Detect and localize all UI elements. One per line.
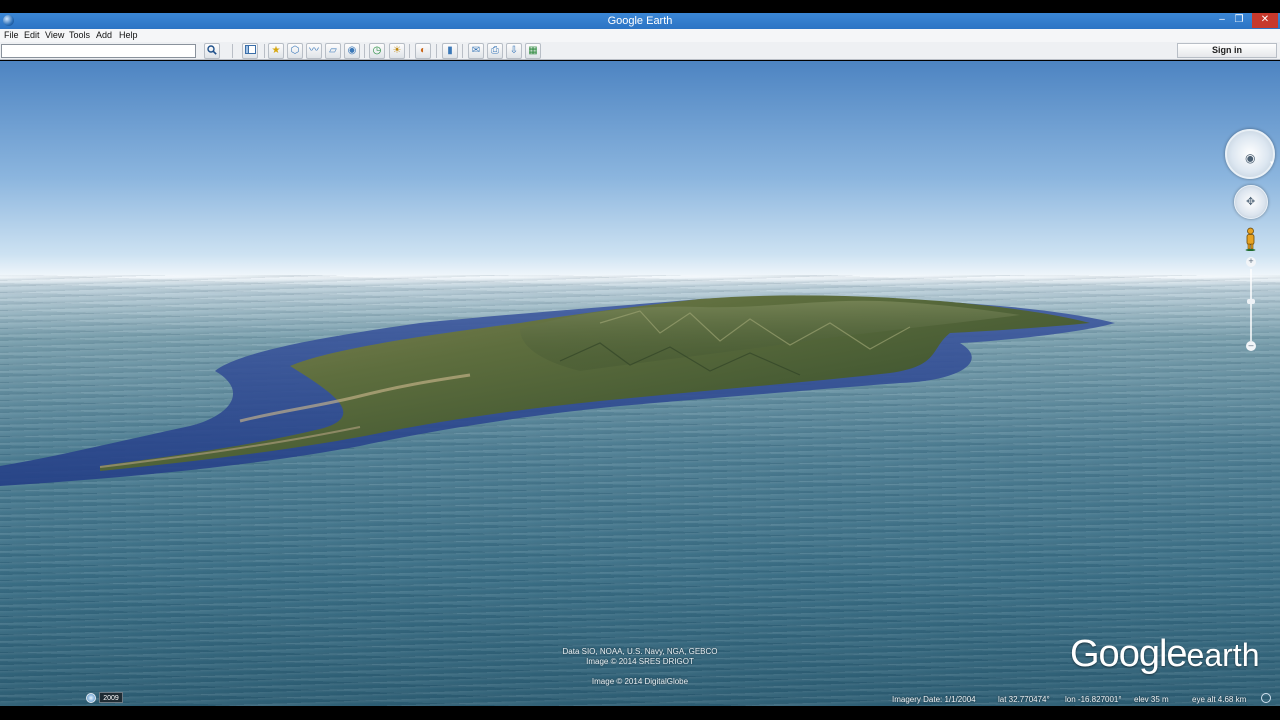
look-around-icon: ◉ xyxy=(1245,151,1256,165)
print-icon: ⎙ xyxy=(491,45,499,56)
street-view-pegman-icon[interactable] xyxy=(1244,227,1257,251)
close-button[interactable]: ✕ xyxy=(1252,13,1278,28)
status-bar: 2009 Imagery Date: 1/1/2004 lat 32.77047… xyxy=(0,690,1280,706)
historical-imagery-button[interactable]: ◷ xyxy=(369,43,385,59)
elevation-readout: elev 35 m xyxy=(1134,695,1169,704)
zoom-slider[interactable]: + – xyxy=(1245,257,1257,353)
attribution-data: Data SIO, NOAA, U.S. Navy, NGA, GEBCO xyxy=(562,647,718,656)
toolbar-separator xyxy=(462,44,463,58)
menu-file[interactable]: File xyxy=(4,30,19,40)
search-icon xyxy=(207,44,217,58)
attribution-image-1: Image © 2014 SRES DRIGOT xyxy=(586,657,694,666)
menu-bar: File Edit View Tools Add Help xyxy=(0,29,1280,42)
print-button[interactable]: ⎙ xyxy=(487,43,503,59)
menu-view[interactable]: View xyxy=(45,30,64,40)
menu-edit[interactable]: Edit xyxy=(24,30,40,40)
attribution-image-2: Image © 2014 DigitalGlobe xyxy=(591,677,689,686)
longitude-readout: lon -16.827001° xyxy=(1065,695,1122,704)
save-image-icon: ⇩ xyxy=(509,45,519,56)
zoom-out-button[interactable]: – xyxy=(1246,341,1256,351)
imagery-date: Imagery Date: 1/1/2004 xyxy=(892,695,976,704)
video-letterbox-top xyxy=(0,0,1280,13)
window-title-bar: Google Earth – ❐ ✕ xyxy=(0,13,1280,29)
ruler-button[interactable]: ▮ xyxy=(442,43,458,59)
add-path-button[interactable]: 〰 xyxy=(306,43,322,59)
sign-in-button[interactable]: Sign in xyxy=(1177,43,1277,58)
zoom-slider-thumb[interactable] xyxy=(1247,299,1255,305)
view-in-maps-icon: ▦ xyxy=(528,45,538,56)
toolbar-separator xyxy=(264,44,265,58)
look-around-control[interactable]: ◉ xyxy=(1225,129,1275,179)
zoom-in-button[interactable]: + xyxy=(1246,257,1256,267)
view-in-maps-button[interactable]: ▦ xyxy=(525,43,541,59)
island-terrain xyxy=(0,295,1115,486)
toolbar-separator xyxy=(409,44,410,58)
search-input[interactable] xyxy=(1,44,196,58)
historical-imagery-status-icon[interactable] xyxy=(86,693,96,703)
ruler-icon: ▮ xyxy=(447,45,453,56)
toolbar-separator xyxy=(436,44,437,58)
zoom-slider-track[interactable] xyxy=(1250,269,1252,341)
window-title: Google Earth xyxy=(607,15,673,27)
image-overlay-icon: ▱ xyxy=(329,45,337,56)
planet-switch-button[interactable]: ◐ xyxy=(415,43,431,59)
move-joystick-control[interactable]: ✥ xyxy=(1234,185,1268,219)
sidebar-toggle-icon xyxy=(244,45,256,57)
imagery-year-badge[interactable]: 2009 xyxy=(99,692,123,703)
image-overlay-button[interactable]: ▱ xyxy=(325,43,341,59)
search-button[interactable] xyxy=(204,43,220,59)
historical-imagery-icon: ◷ xyxy=(372,45,382,56)
sunlight-icon: ☀ xyxy=(392,45,402,56)
menu-tools[interactable]: Tools xyxy=(69,30,90,40)
menu-add[interactable]: Add xyxy=(96,30,112,40)
add-placemark-icon: ★ xyxy=(271,45,281,56)
toolbar-separator xyxy=(232,44,233,58)
streaming-status-icon xyxy=(1261,693,1271,703)
toolbar-separator xyxy=(364,44,365,58)
planet-switch-icon: ◐ xyxy=(419,45,427,56)
move-joystick-icon: ✥ xyxy=(1246,196,1256,208)
eye-altitude-readout: eye alt 4.68 km xyxy=(1192,695,1247,704)
email-icon: ✉ xyxy=(471,45,481,56)
video-letterbox-bottom xyxy=(0,706,1280,720)
record-tour-button[interactable]: ◉ xyxy=(344,43,360,59)
latitude-readout: lat 32.770474° xyxy=(998,695,1050,704)
earth-3d-viewport[interactable]: Data SIO, NOAA, U.S. Navy, NGA, GEBCO Im… xyxy=(0,61,1280,706)
imagery-attribution: Data SIO, NOAA, U.S. Navy, NGA, GEBCO Im… xyxy=(500,647,780,687)
add-polygon-icon: ⬡ xyxy=(290,45,300,56)
navigation-controls: ◉ ▾ ✥ + – xyxy=(1224,129,1280,359)
email-button[interactable]: ✉ xyxy=(468,43,484,59)
record-tour-icon: ◉ xyxy=(347,45,357,56)
sunlight-button[interactable]: ☀ xyxy=(389,43,405,59)
sidebar-toggle-button[interactable] xyxy=(242,43,258,59)
north-indicator-icon[interactable]: ▾ xyxy=(1270,159,1274,167)
add-placemark-button[interactable]: ★ xyxy=(268,43,284,59)
add-polygon-button[interactable]: ⬡ xyxy=(287,43,303,59)
menu-help[interactable]: Help xyxy=(119,30,138,40)
maximize-button[interactable]: ❐ xyxy=(1228,13,1250,28)
toolbar: ★ ⬡ 〰 ▱ ◉ ◷ ☀ ◐ ▮ ✉ ⎙ ⇩ ▦ Sign in xyxy=(0,42,1280,60)
add-path-icon: 〰 xyxy=(309,45,319,56)
save-image-button[interactable]: ⇩ xyxy=(506,43,522,59)
google-earth-logo: Googleearth xyxy=(1070,633,1260,675)
